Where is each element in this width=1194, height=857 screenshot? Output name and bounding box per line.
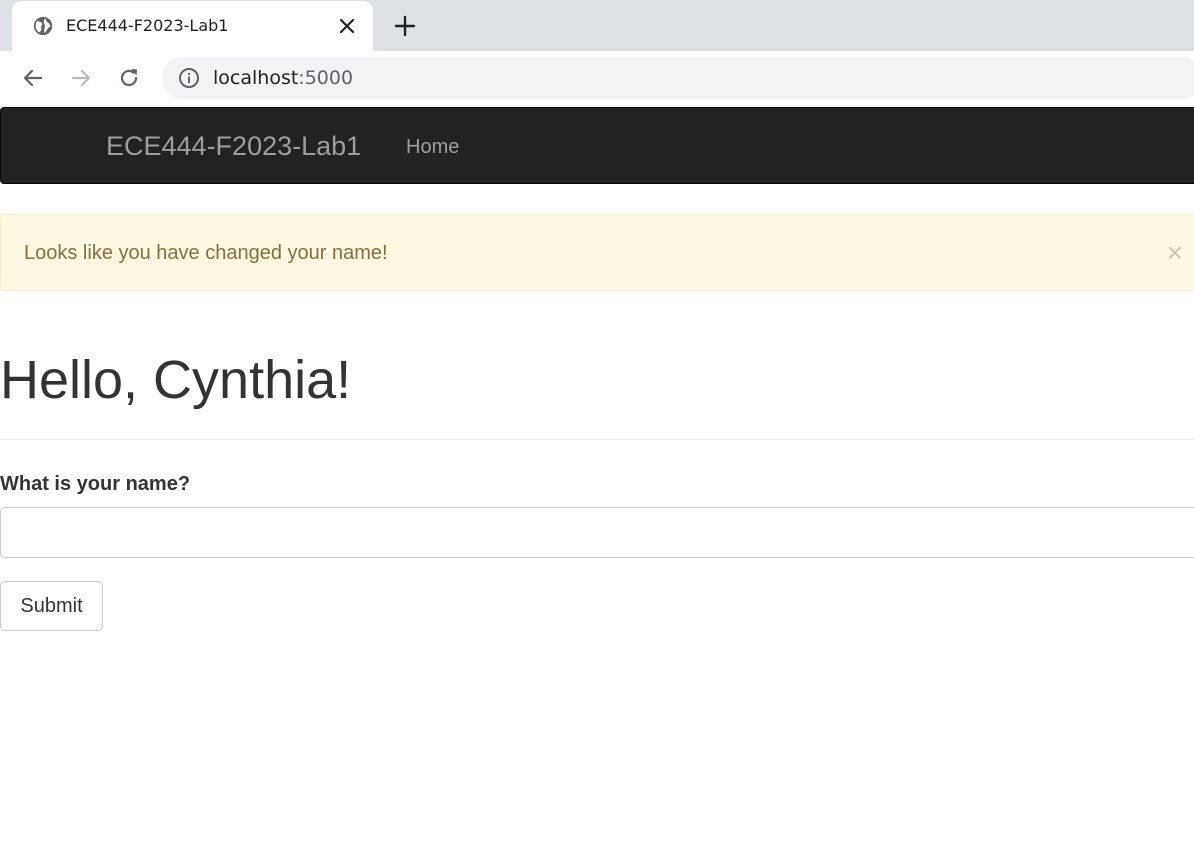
globe-icon [33,16,53,36]
close-icon[interactable] [338,17,356,35]
browser-tab-strip: ECE444-F2023-Lab1 [0,0,1194,51]
name-input[interactable] [0,507,1194,558]
alert-close-button[interactable]: × [1167,237,1183,269]
reload-icon[interactable] [117,66,141,90]
address-bar[interactable]: localhost:5000 [162,57,1194,99]
arrow-right-icon[interactable] [69,66,93,90]
url-host: localhost [213,67,299,89]
browser-toolbar: localhost:5000 [0,51,1194,105]
plus-icon[interactable] [393,14,417,38]
name-field-label: What is your name? [0,473,191,495]
submit-button[interactable]: Submit [0,581,103,631]
header-divider [0,439,1194,440]
navbar: ECE444-F2023-Lab1 Home [0,107,1194,184]
nav-link-home[interactable]: Home [406,136,459,159]
page-title: Hello, Cynthia! [0,350,352,410]
url-port: :5000 [298,67,354,89]
flash-alert: Looks like you have changed your name! × [0,214,1194,291]
navbar-brand[interactable]: ECE444-F2023-Lab1 [106,131,361,162]
url-text: localhost:5000 [213,67,353,89]
tab-title: ECE444-F2023-Lab1 [66,16,229,35]
info-icon[interactable] [178,67,200,89]
arrow-left-icon[interactable] [21,66,45,90]
browser-tab[interactable]: ECE444-F2023-Lab1 [12,1,373,51]
alert-message: Looks like you have changed your name! [24,242,388,264]
